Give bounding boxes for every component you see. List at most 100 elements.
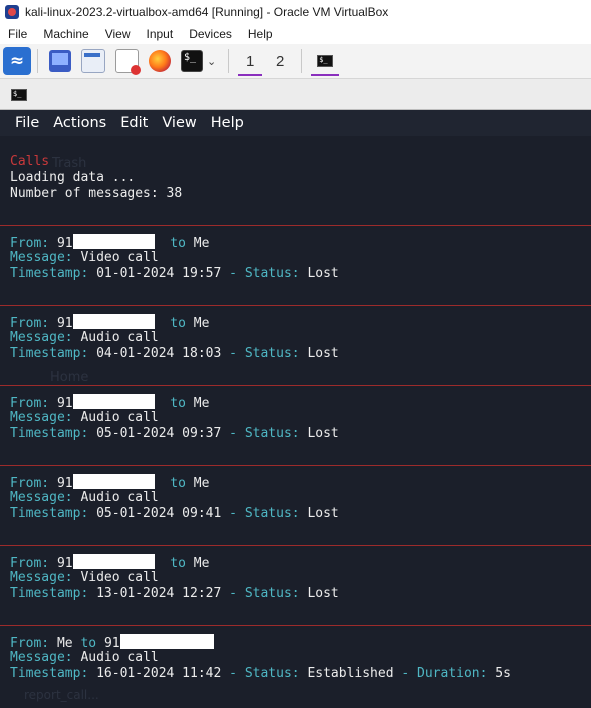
terminal-titlebar: $_	[0, 79, 591, 110]
message-label: Message:	[10, 410, 81, 425]
chevron-down-icon[interactable]: ⌄	[207, 55, 216, 68]
message-value: Audio call	[80, 490, 159, 505]
record-from-line: From: 91 to Me	[10, 474, 209, 491]
record-message-line: Message: Audio call	[10, 650, 159, 666]
status-label: Status:	[244, 346, 308, 361]
status-value: Lost	[307, 346, 339, 361]
terminal-menubar: File Actions Edit View Help	[0, 110, 591, 136]
to-label: to	[154, 476, 194, 491]
status-value: Lost	[307, 586, 339, 601]
record-message-line: Message: Video call	[10, 250, 159, 266]
record-timestamp-line: Timestamp: 04-01-2024 18:03 - Status: Lo…	[10, 346, 339, 362]
terminal-launcher-icon[interactable]: $_	[181, 50, 203, 72]
message-label: Message:	[10, 490, 81, 505]
kali-dragon-icon[interactable]: ≈	[3, 47, 31, 75]
status-label: Status:	[244, 586, 308, 601]
panel-separator	[37, 49, 38, 73]
menu-file[interactable]: File	[0, 27, 35, 41]
desktop-report-label: report_call...	[24, 688, 99, 702]
workspace-1-button[interactable]: 1	[235, 45, 265, 77]
to-label: to	[154, 316, 194, 331]
menu-view[interactable]: View	[97, 27, 139, 41]
from-value: Me	[56, 636, 73, 651]
desktop-trash-label: Trash	[52, 156, 87, 171]
dash-separator: -	[221, 346, 245, 361]
record-separator	[0, 305, 591, 306]
timestamp-label: Timestamp:	[10, 266, 97, 281]
vbox-titlebar: kali-linux-2023.2-virtualbox-amd64 [Runn…	[0, 0, 591, 24]
record-from-line: From: 91 to Me	[10, 554, 209, 571]
timestamp-value: 16-01-2024 11:42	[96, 666, 222, 681]
timestamp-label: Timestamp:	[10, 506, 97, 521]
dash-separator: -	[393, 666, 418, 681]
from-value: 91	[56, 236, 73, 251]
record-message-line: Message: Audio call	[10, 330, 159, 346]
status-value: Lost	[307, 506, 339, 521]
record-separator	[0, 225, 591, 226]
redacted-number	[72, 394, 155, 409]
show-desktop-icon[interactable]	[49, 50, 71, 72]
to-value: Me	[193, 396, 210, 411]
menu-devices[interactable]: Devices	[181, 27, 240, 41]
record-timestamp-line: Timestamp: 16-01-2024 11:42 - Status: Es…	[10, 666, 511, 682]
loading-text: Loading data ...	[10, 170, 136, 185]
timestamp-label: Timestamp:	[10, 426, 97, 441]
message-value: Video call	[80, 570, 159, 585]
terminal-icon: $_	[317, 55, 334, 67]
record-timestamp-line: Timestamp: 05-01-2024 09:37 - Status: Lo…	[10, 426, 339, 442]
redacted-number	[119, 634, 214, 649]
from-label: From:	[10, 556, 57, 571]
terminal-output[interactable]: Trash Home report_call... Calls Loading …	[0, 136, 591, 708]
workspace-2-button[interactable]: 2	[265, 45, 295, 77]
record-timestamp-line: Timestamp: 01-01-2024 19:57 - Status: Lo…	[10, 266, 339, 282]
message-label: Message:	[10, 250, 81, 265]
to-value: 91	[103, 636, 120, 651]
menu-input[interactable]: Input	[139, 27, 182, 41]
timestamp-label: Timestamp:	[10, 666, 97, 681]
to-label: to	[154, 396, 194, 411]
record-message-line: Message: Audio call	[10, 410, 159, 426]
message-value: Video call	[80, 250, 159, 265]
record-timestamp-line: Timestamp: 05-01-2024 09:41 - Status: Lo…	[10, 506, 339, 522]
terminal-menu-edit[interactable]: Edit	[113, 115, 155, 131]
panel-separator	[301, 49, 303, 73]
message-label: Message:	[10, 330, 81, 345]
message-value: Audio call	[80, 410, 159, 425]
terminal-menu-actions[interactable]: Actions	[46, 115, 113, 131]
to-value: Me	[193, 236, 210, 251]
record-message-line: Message: Video call	[10, 570, 159, 586]
redacted-number	[72, 554, 155, 569]
to-value: Me	[193, 316, 210, 331]
dash-separator: -	[221, 586, 245, 601]
terminal-menu-file[interactable]: File	[0, 115, 46, 131]
message-count: Number of messages: 38	[10, 186, 183, 201]
message-label: Message:	[10, 570, 81, 585]
menu-help[interactable]: Help	[240, 27, 281, 41]
terminal-menu-help[interactable]: Help	[204, 115, 251, 131]
text-editor-icon[interactable]	[115, 49, 141, 75]
status-value: Established	[307, 666, 394, 681]
message-label: Message:	[10, 650, 81, 665]
menu-machine[interactable]: Machine	[35, 27, 96, 41]
status-label: Status:	[244, 666, 308, 681]
timestamp-value: 01-01-2024 19:57	[96, 266, 222, 281]
panel-separator	[228, 49, 230, 73]
status-label: Status:	[244, 506, 308, 521]
record-separator	[0, 385, 591, 386]
timestamp-label: Timestamp:	[10, 346, 97, 361]
record-from-line: From: 91 to Me	[10, 234, 210, 251]
from-label: From:	[10, 476, 57, 491]
redacted-number	[72, 474, 155, 489]
record-separator	[0, 465, 591, 466]
record-from-line: From: 91 to Me	[10, 314, 210, 331]
firefox-icon[interactable]	[149, 50, 171, 72]
terminal-icon: $_	[11, 89, 27, 101]
dash-separator: -	[221, 266, 245, 281]
record-from-line: From: 91 to Me	[10, 394, 210, 411]
terminal-menu-view[interactable]: View	[155, 115, 203, 131]
from-label: From:	[10, 396, 57, 411]
file-manager-icon[interactable]	[81, 49, 105, 73]
desktop-home-label: Home	[50, 370, 89, 385]
taskbar-terminal-button[interactable]: $_	[308, 45, 342, 77]
record-timestamp-line: Timestamp: 13-01-2024 12:27 - Status: Lo…	[10, 586, 339, 602]
